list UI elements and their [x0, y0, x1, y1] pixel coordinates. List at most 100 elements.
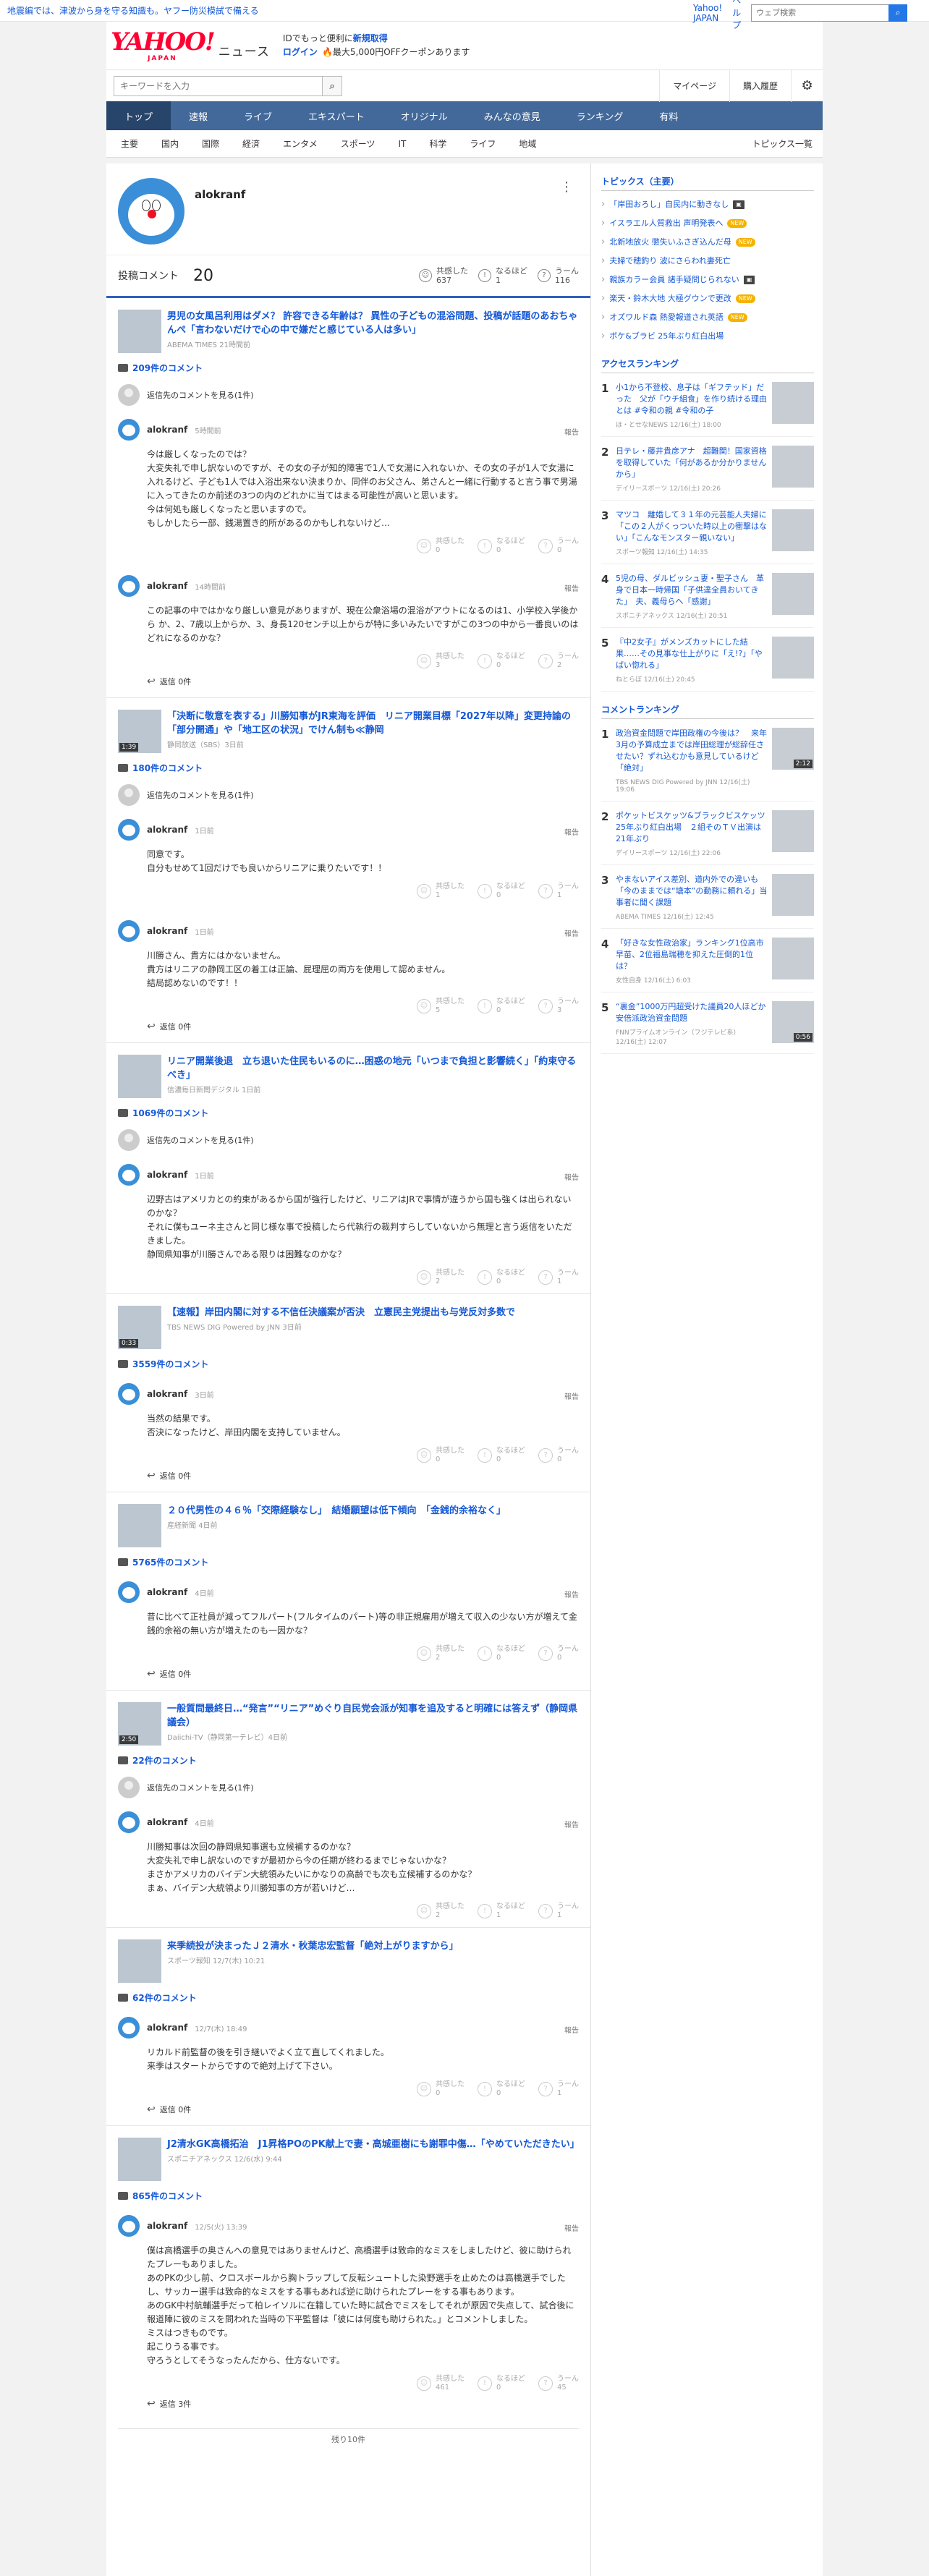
naruhodo-button[interactable]: ! なるほど 0: [478, 2080, 525, 2098]
report-link[interactable]: 報告: [564, 2222, 579, 2233]
topic-item[interactable]: イスラエル人質救出 声明発表へNEW: [601, 214, 814, 233]
reply-count-link[interactable]: ↩ 返信 0件: [147, 1668, 579, 1690]
naruhodo-button[interactable]: ! なるほど 0: [478, 2375, 525, 2392]
empathy-button[interactable]: ☺ 共感した 2: [417, 1269, 465, 1286]
uun-button[interactable]: ? うーん 0: [538, 537, 579, 555]
empathy-button[interactable]: ☺ 共感した 0: [417, 1447, 465, 1464]
comment-username[interactable]: alokranf: [147, 926, 187, 936]
avatar[interactable]: [118, 575, 140, 597]
report-link[interactable]: 報告: [564, 1589, 579, 1599]
naruhodo-button[interactable]: ! なるほど 0: [478, 1645, 525, 1662]
ranking-title[interactable]: 政治資金問題で岸田政権の今後は？ 来年3月の予算成立までは岸田総理が総辞任させた…: [616, 728, 768, 774]
keyword-search-button[interactable]: ⌕: [322, 75, 342, 96]
main-nav-expert[interactable]: エキスパート: [290, 101, 383, 130]
reply-parent-link[interactable]: 返信先のコメントを見る(1件): [118, 384, 579, 406]
topic-item[interactable]: ボケ&ブラビ 25年ぶり紅白出場: [601, 327, 814, 346]
avatar[interactable]: [118, 2215, 140, 2237]
empathy-button[interactable]: ☺ 共感した 5: [417, 998, 465, 1015]
main-nav-paid[interactable]: 有料: [641, 101, 696, 130]
ranking-title[interactable]: 5児の母、ダルビッシュ妻・聖子さん 革身で日本一時帰国「子供達全員おいてきた」 …: [616, 573, 768, 608]
ranking-item[interactable]: 2 日テレ・藤井貴彦アナ 超難関！国家資格を取得していた「何があるか分かりませんか…: [601, 437, 814, 501]
naruhodo-button[interactable]: ! なるほど 0: [478, 998, 525, 1015]
mypage-link[interactable]: マイページ: [659, 69, 729, 102]
ranking-item[interactable]: 4 「好きな女性政治家」ランキング1位高市早苗、2位福島瑞穂を抑えた圧倒的1位は？…: [601, 929, 814, 992]
article-title-link[interactable]: ２０代男性の４６％「交際経験なし」 結婚願望は低下傾向 「金銭的余裕なく」: [167, 1504, 506, 1518]
naruhodo-button[interactable]: ! なるほど 0: [478, 652, 525, 670]
avatar[interactable]: [118, 1581, 140, 1603]
ranking-thumbnail[interactable]: [772, 810, 814, 852]
coupon-text[interactable]: 最大5,000円OFFクーポンあります: [333, 47, 470, 57]
report-link[interactable]: 報告: [564, 1390, 579, 1401]
reply-count-link[interactable]: ↩ 返信 0件: [147, 1470, 579, 1492]
sub-nav-main[interactable]: 主要: [106, 137, 150, 150]
article-title-link[interactable]: 【速報】岸田内閣に対する不信任決議案が否決 立憲民主党提出も与党反対多数で: [167, 1306, 515, 1319]
naruhodo-button[interactable]: ! なるほど 0: [478, 1447, 525, 1464]
article-thumbnail[interactable]: [118, 1504, 161, 1547]
article-thumbnail[interactable]: [118, 1939, 161, 1983]
article-comment-count-link[interactable]: 209件のコメント: [118, 362, 579, 374]
help-link[interactable]: ヘルプ: [732, 0, 741, 31]
article-title-link[interactable]: 「決断に敬意を表する」川勝知事がJR東海を評価 リニア開業目標「2027年以降」…: [167, 710, 579, 737]
ranking-thumbnail[interactable]: 2:12: [772, 728, 814, 770]
article-title-link[interactable]: J2清水GK高橋拓治 J1昇格POのPK献上で妻・高城亜樹にも謝罪中傷…「やめて…: [167, 2138, 580, 2151]
reply-count-link[interactable]: ↩ 返信 0件: [147, 1021, 579, 1042]
ranking-thumbnail[interactable]: [772, 874, 814, 916]
ranking-item[interactable]: 1 政治資金問題で岸田政権の今後は？ 来年3月の予算成立までは岸田総理が総辞任させ…: [601, 719, 814, 802]
ranking-title[interactable]: 小1から不登校、息子は「ギフテッド」だった 父が「ウチ組食」を作り続ける理由とは…: [616, 382, 768, 417]
article-title-link[interactable]: 来季続投が決まったＪ２清水・秋葉忠宏監督「絶対上がりますから」: [167, 1939, 458, 1953]
reply-parent-link[interactable]: 返信先のコメントを見る(1件): [118, 784, 579, 806]
sub-nav-local[interactable]: 地域: [507, 137, 548, 150]
ranking-item[interactable]: 2 ポケットビスケッツ&ブラックビスケッツ25年ぶり紅白出場 ２組そのＴＶ出演は2…: [601, 802, 814, 865]
ranking-item[interactable]: 3 やまないアイス差別、道内外での違いも「今のままでは“塘本”の勤務に頼れる」当事…: [601, 865, 814, 929]
ranking-item[interactable]: 3 マツコ 離婚して３１年の元芸能人夫婦に「この２人がくっついた時以上の衝撃はない…: [601, 501, 814, 564]
ranking-thumbnail[interactable]: [772, 446, 814, 488]
avatar[interactable]: [118, 920, 140, 942]
report-link[interactable]: 報告: [564, 582, 579, 593]
ranking-item[interactable]: 5 『中2女子』がメンズカットにした結果……その見事な仕上がりに「え!?」「やばい…: [601, 628, 814, 692]
sub-nav-economy[interactable]: 経済: [231, 137, 271, 150]
ranking-title[interactable]: ポケットビスケッツ&ブラックビスケッツ25年ぶり紅白出場 ２組そのＴＶ出演は21…: [616, 810, 768, 845]
report-link[interactable]: 報告: [564, 1171, 579, 1182]
ranking-thumbnail[interactable]: [772, 573, 814, 615]
ranking-item[interactable]: 5 “裏金”1000万円超受けた議員20人ほどか 安倍派政治資金問題 FNNプライム…: [601, 992, 814, 1054]
article-comment-count-link[interactable]: 865件のコメント: [118, 2190, 579, 2202]
ranking-thumbnail[interactable]: [772, 637, 814, 679]
sub-nav-entertainment[interactable]: エンタメ: [271, 137, 329, 150]
disaster-banner-link[interactable]: 地震編では、津波から身を守る知識も。ヤフー防災模試で備える: [7, 4, 259, 17]
web-search-input[interactable]: [751, 4, 889, 22]
remaining-comments-link[interactable]: 残り10件: [118, 2428, 579, 2450]
article-comment-count-link[interactable]: 180件のコメント: [118, 762, 579, 774]
report-link[interactable]: 報告: [564, 927, 579, 938]
ranking-thumbnail[interactable]: [772, 509, 814, 551]
report-link[interactable]: 報告: [564, 426, 579, 437]
avatar[interactable]: [118, 2017, 140, 2039]
ranking-thumbnail[interactable]: 0:56: [772, 1001, 814, 1043]
uun-button[interactable]: ? うーん 0: [538, 1447, 579, 1464]
uun-button[interactable]: ? うーん 0: [538, 1645, 579, 1662]
topic-item[interactable]: オズワルド森 熱愛報道され英語NEW: [601, 308, 814, 327]
more-menu-icon[interactable]: ⋮: [560, 179, 573, 195]
article-thumbnail[interactable]: 2:50: [118, 1702, 161, 1746]
purchase-history-link[interactable]: 購入履歴: [729, 69, 791, 102]
article-title-link[interactable]: 一般質問最終日…“発言”“リニア”めぐり自民党会派が知事を追及すると明確には答え…: [167, 1702, 579, 1730]
empathy-button[interactable]: ☺ 共感した 2: [417, 1903, 465, 1920]
article-thumbnail[interactable]: 0:33: [118, 1306, 161, 1349]
article-comment-count-link[interactable]: 62件のコメント: [118, 1991, 579, 2004]
article-thumbnail[interactable]: 1:39: [118, 710, 161, 753]
ranking-title[interactable]: マツコ 離婚して３１年の元芸能人夫婦に「この２人がくっついた時以上の衝撃はない」…: [616, 509, 768, 544]
empathy-button[interactable]: ☺ 共感した 3: [417, 652, 465, 670]
sub-nav-domestic[interactable]: 国内: [150, 137, 190, 150]
empathy-button[interactable]: ☺ 共感した 1: [417, 883, 465, 900]
uun-button[interactable]: ? うーん 1: [538, 1903, 579, 1920]
empathy-button[interactable]: ☺ 共感した 2: [417, 1645, 465, 1662]
reply-count-link[interactable]: ↩ 返信 0件: [147, 676, 579, 697]
comment-username[interactable]: alokranf: [147, 2023, 187, 2033]
web-search-button[interactable]: ⌕: [888, 4, 908, 22]
main-nav-original[interactable]: オリジナル: [383, 101, 466, 130]
article-comment-count-link[interactable]: 1069件のコメント: [118, 1107, 579, 1119]
article-comment-count-link[interactable]: 3559件のコメント: [118, 1358, 579, 1370]
naruhodo-button[interactable]: ! なるほど 0: [478, 883, 525, 900]
main-nav-ranking[interactable]: ランキング: [559, 101, 642, 130]
gear-icon[interactable]: ⚙: [791, 69, 823, 102]
uun-button[interactable]: ? うーん 1: [538, 1269, 579, 1286]
